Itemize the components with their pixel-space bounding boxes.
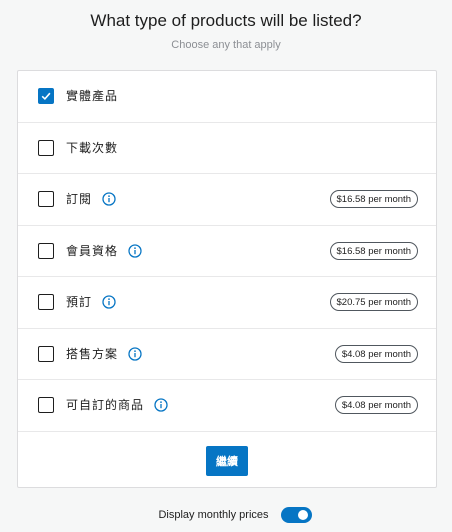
checkbox[interactable] (38, 242, 54, 259)
product-type-option[interactable]: 訂閱 $16.58 per month (18, 174, 436, 226)
toggle-label: Display monthly prices (158, 509, 269, 521)
option-label: 下載次數 (66, 140, 119, 155)
toggle-knob (297, 510, 308, 520)
product-types-card: 實體產品下載次數訂閱 $16.58 per month 會員資格 $16.58 per… (17, 70, 437, 488)
option-label: 預訂 (66, 295, 93, 310)
product-type-option[interactable]: 下載次數 (18, 123, 436, 174)
checkbox[interactable] (38, 397, 54, 414)
price-badge: $16.58 per month (329, 241, 418, 260)
checkbox[interactable] (38, 294, 54, 311)
page-title: What type of products will be listed? (90, 11, 362, 30)
checkbox[interactable] (38, 88, 54, 105)
option-label: 搭售方案 (66, 346, 119, 361)
info-icon[interactable] (102, 295, 116, 309)
continue-button[interactable]: 繼續 (206, 446, 248, 476)
option-label: 訂閱 (66, 192, 93, 207)
product-type-option[interactable]: 可自訂的商品 $4.08 per month (18, 380, 436, 432)
card-footer: 繼續 (18, 431, 436, 476)
monthly-prices-toggle-row: Display monthly prices (0, 507, 452, 523)
product-type-option[interactable]: 會員資格 $16.58 per month (18, 226, 436, 277)
price-badge: $16.58 per month (329, 190, 418, 209)
option-label: 可自訂的商品 (66, 398, 145, 413)
product-type-option[interactable]: 預訂 $20.75 per month (18, 277, 436, 329)
price-badge: $4.08 per month (334, 344, 418, 363)
checkbox[interactable] (38, 139, 54, 156)
info-icon[interactable] (128, 244, 142, 258)
monthly-prices-toggle[interactable] (280, 507, 312, 523)
checkbox[interactable] (38, 345, 54, 362)
info-icon[interactable] (102, 192, 116, 206)
product-type-option[interactable]: 實體產品 (18, 71, 436, 123)
checkbox[interactable] (38, 191, 54, 208)
product-type-option[interactable]: 搭售方案 $4.08 per month (18, 329, 436, 380)
checkmark-icon (41, 92, 51, 101)
header: What type of products will be listed? Ch… (0, 0, 452, 52)
option-label: 會員資格 (66, 243, 119, 258)
option-label: 實體產品 (66, 89, 119, 104)
options-list: 實體產品下載次數訂閱 $16.58 per month 會員資格 $16.58 per… (18, 71, 436, 432)
price-badge: $4.08 per month (334, 396, 418, 415)
info-icon[interactable] (128, 347, 142, 361)
info-icon[interactable] (154, 398, 168, 412)
price-badge: $20.75 per month (329, 293, 418, 312)
page-subtitle: Choose any that apply (171, 39, 281, 51)
page: What type of products will be listed? Ch… (0, 0, 452, 532)
